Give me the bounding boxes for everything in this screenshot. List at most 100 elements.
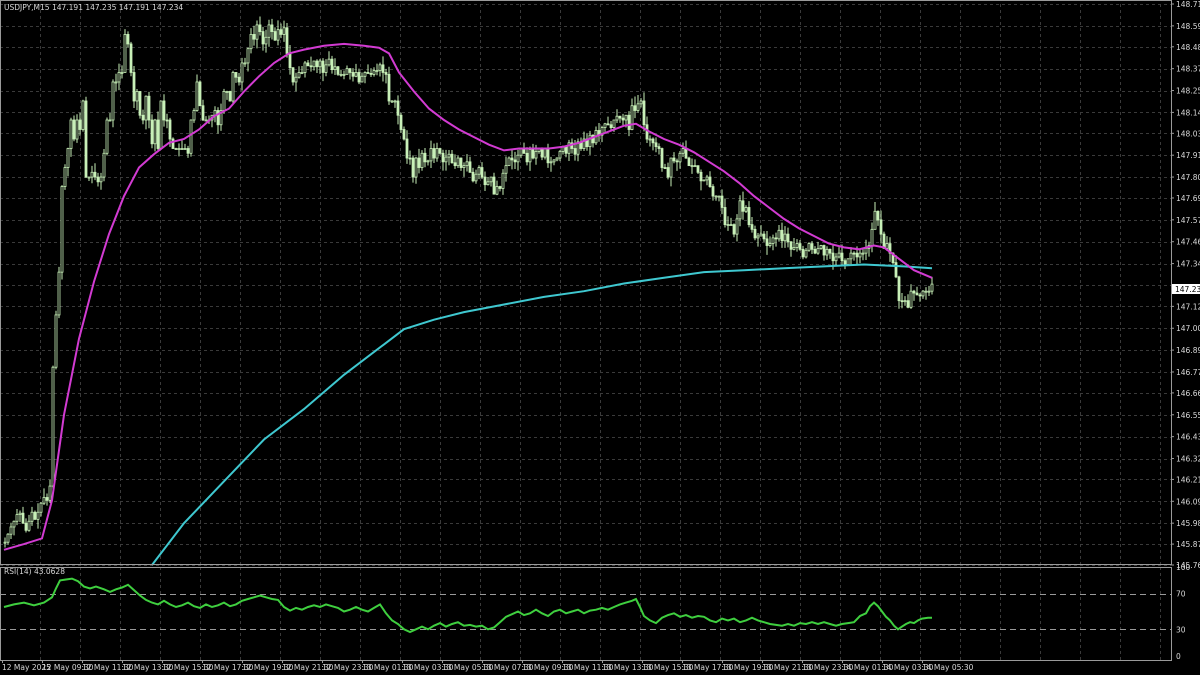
rsi-line <box>3 577 932 634</box>
candle-body <box>870 228 874 246</box>
candle-body <box>555 157 559 161</box>
candle-body <box>252 34 256 40</box>
candle-body <box>753 228 757 239</box>
candle-body <box>6 533 10 543</box>
price-tick-label: 147.575 <box>1176 216 1200 225</box>
price-tick-label: 146.890 <box>1176 346 1200 355</box>
candle-body <box>18 512 22 516</box>
price-tick-label: 147.690 <box>1176 194 1200 203</box>
candle-body <box>912 290 916 294</box>
candle-body <box>291 67 295 83</box>
candle-body <box>288 53 292 69</box>
candle-body <box>726 224 730 226</box>
candle-body <box>756 235 760 239</box>
candle-body <box>126 34 130 45</box>
candle-body <box>792 247 796 250</box>
candle-body <box>60 186 64 273</box>
price-tick-label: 148.485 <box>1176 43 1200 52</box>
candle-body <box>342 73 346 76</box>
candle-body <box>531 149 535 159</box>
candle-body <box>333 66 337 71</box>
candle-body <box>789 241 793 250</box>
candle-body <box>411 157 415 178</box>
candle-body <box>297 72 301 78</box>
candle-body <box>786 233 790 243</box>
candle-body <box>819 245 823 249</box>
price-tick-label: 147.915 <box>1176 151 1200 160</box>
candle-body <box>324 64 328 73</box>
price-tick-label: 145.870 <box>1176 540 1200 549</box>
candle-body <box>768 243 772 246</box>
candle-body <box>141 114 145 121</box>
candle-body <box>147 95 151 121</box>
candle-body <box>456 157 460 167</box>
candle-body <box>621 117 625 121</box>
candle-body <box>30 511 34 522</box>
candle-body <box>603 123 607 129</box>
candle-body <box>123 34 127 73</box>
candle-body <box>810 243 814 250</box>
candle-body <box>858 252 862 258</box>
candle-body <box>615 115 619 121</box>
current-price-label: 147.234 <box>1175 285 1200 294</box>
candle-body <box>588 134 592 148</box>
price-tick-label: 146.550 <box>1176 411 1200 420</box>
candle-body <box>78 119 82 130</box>
candle-body <box>519 148 523 156</box>
candle-body <box>525 152 529 163</box>
candle-body <box>873 210 877 230</box>
candle-body <box>501 172 505 189</box>
candle-body <box>243 62 247 65</box>
rsi-tick-label: 70 <box>1176 590 1186 599</box>
candle-body <box>495 186 499 195</box>
candle-body <box>255 24 259 40</box>
candle-body <box>498 186 502 189</box>
candle-body <box>843 260 847 265</box>
price-tick-label: 148.710 <box>1176 0 1200 9</box>
candle-body <box>81 100 85 130</box>
candle-body <box>480 167 484 178</box>
candle-body <box>675 160 679 163</box>
candle-body <box>798 243 802 250</box>
candle-body <box>861 252 865 255</box>
candle-body <box>96 176 100 183</box>
candle-body <box>321 60 325 73</box>
candle-body <box>234 72 238 78</box>
main-price-grid <box>0 4 1171 566</box>
candle-body <box>639 100 643 105</box>
candle-body <box>318 60 322 68</box>
candle-body <box>120 72 124 74</box>
candle-body <box>135 91 139 102</box>
price-tick-label: 145.980 <box>1176 519 1200 528</box>
price-tick-label: 148.595 <box>1176 22 1200 31</box>
candle-body <box>693 165 697 168</box>
candle-body <box>303 62 307 73</box>
candle-body <box>759 233 763 237</box>
candle-body <box>612 119 616 129</box>
candle-body <box>897 276 901 302</box>
candle-body <box>261 31 265 45</box>
candle-body <box>21 512 25 524</box>
candle-body <box>909 290 913 308</box>
candle-body <box>63 167 67 187</box>
candle-body <box>825 248 829 256</box>
candle-body <box>189 119 193 154</box>
candle-body <box>270 24 274 32</box>
rsi-axis: 100 70 30 0 <box>1176 563 1191 661</box>
candle-body <box>483 176 487 186</box>
candle-body <box>285 27 289 54</box>
price-tick-label: 147.800 <box>1176 173 1200 182</box>
candle-body <box>780 229 784 242</box>
candle-body <box>741 200 745 212</box>
candle-body <box>549 161 553 164</box>
candle-body <box>171 138 175 149</box>
candle-body <box>438 148 442 154</box>
rsi-tick-label: 0 <box>1176 652 1181 661</box>
candle-body <box>336 66 340 75</box>
candle-body <box>300 72 304 74</box>
candle-body <box>807 243 811 251</box>
candle-body <box>918 294 922 297</box>
candle-body <box>168 119 172 140</box>
candle-body <box>393 100 397 103</box>
candle-body <box>348 68 352 73</box>
